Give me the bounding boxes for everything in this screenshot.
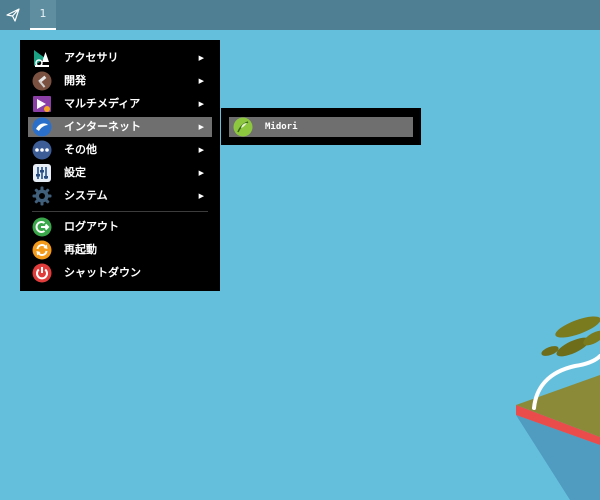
- main-menu: アクセサリ ▶ 開発 ▶ マルチメディア ▶ インターネット ▶ その他 ▶ 設…: [20, 40, 220, 291]
- shutdown-icon: [32, 263, 52, 283]
- restart-icon: [32, 240, 52, 260]
- development-icon: [32, 71, 52, 91]
- multimedia-icon: [32, 94, 52, 114]
- internet-submenu: Midori: [221, 108, 421, 145]
- submenu-item-label: Midori: [265, 122, 298, 132]
- submenu-item-midori[interactable]: Midori: [229, 117, 413, 137]
- submenu-arrow-icon: ▶: [198, 54, 204, 62]
- menu-item-accessories[interactable]: アクセサリ ▶: [28, 48, 212, 68]
- system-icon: [32, 186, 52, 206]
- menu-item-label: インターネット: [64, 120, 141, 133]
- menu-item-label: システム: [64, 189, 108, 202]
- menu-item-label: アクセサリ: [64, 51, 119, 64]
- submenu-arrow-icon: ▶: [198, 77, 204, 85]
- paper-plane-icon: [6, 8, 20, 22]
- menu-item-settings[interactable]: 設定 ▶: [28, 163, 212, 183]
- menu-item-other[interactable]: その他 ▶: [28, 140, 212, 160]
- workspace-button-1[interactable]: 1: [30, 0, 56, 30]
- workspace-label: 1: [39, 7, 47, 20]
- menu-item-system[interactable]: システム ▶: [28, 186, 212, 206]
- submenu-arrow-icon: ▶: [198, 169, 204, 177]
- workspace-active-indicator: [30, 28, 56, 30]
- menu-item-logout[interactable]: ログアウト: [28, 217, 212, 237]
- internet-icon: [32, 117, 52, 137]
- menu-item-label: その他: [64, 143, 97, 156]
- submenu-arrow-icon: ▶: [198, 100, 204, 108]
- menu-item-internet[interactable]: インターネット ▶: [28, 117, 212, 137]
- menu-item-restart[interactable]: 再起動: [28, 240, 212, 260]
- submenu-arrow-icon: ▶: [198, 146, 204, 154]
- menu-item-label: 再起動: [64, 243, 97, 256]
- menu-item-label: 開発: [64, 74, 86, 87]
- menu-item-development[interactable]: 開発 ▶: [28, 71, 212, 91]
- menu-item-label: シャットダウン: [64, 266, 141, 279]
- top-panel: 1: [0, 0, 600, 30]
- submenu-arrow-icon: ▶: [198, 123, 204, 131]
- menu-item-shutdown[interactable]: シャットダウン: [28, 263, 212, 283]
- launcher-button[interactable]: [0, 0, 26, 30]
- midori-icon: [233, 117, 253, 137]
- submenu-arrow-icon: ▶: [198, 192, 204, 200]
- other-icon: [32, 140, 52, 160]
- settings-icon: [32, 163, 52, 183]
- menu-item-label: ログアウト: [64, 220, 119, 233]
- logout-icon: [32, 217, 52, 237]
- menu-separator: [32, 211, 208, 212]
- accessories-icon: [32, 48, 52, 68]
- menu-item-multimedia[interactable]: マルチメディア ▶: [28, 94, 212, 114]
- menu-item-label: 設定: [64, 166, 86, 179]
- menu-item-label: マルチメディア: [64, 97, 141, 110]
